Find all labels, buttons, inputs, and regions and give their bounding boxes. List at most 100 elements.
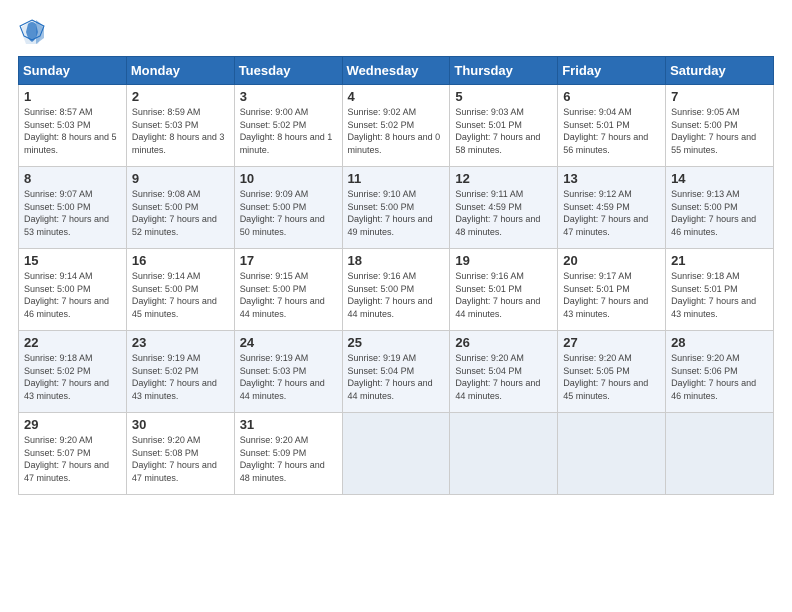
day-number: 19	[455, 253, 552, 268]
day-number: 5	[455, 89, 552, 104]
day-info: Sunrise: 9:18 AMSunset: 5:02 PMDaylight:…	[24, 352, 121, 402]
calendar-cell: 4 Sunrise: 9:02 AMSunset: 5:02 PMDayligh…	[342, 85, 450, 167]
day-info: Sunrise: 9:20 AMSunset: 5:07 PMDaylight:…	[24, 434, 121, 484]
calendar-header-saturday: Saturday	[666, 57, 774, 85]
calendar-cell	[558, 413, 666, 495]
calendar-week-row: 8 Sunrise: 9:07 AMSunset: 5:00 PMDayligh…	[19, 167, 774, 249]
calendar-cell: 14 Sunrise: 9:13 AMSunset: 5:00 PMDaylig…	[666, 167, 774, 249]
day-number: 17	[240, 253, 337, 268]
calendar-header-tuesday: Tuesday	[234, 57, 342, 85]
day-number: 25	[348, 335, 445, 350]
day-number: 20	[563, 253, 660, 268]
calendar-cell: 24 Sunrise: 9:19 AMSunset: 5:03 PMDaylig…	[234, 331, 342, 413]
day-number: 11	[348, 171, 445, 186]
day-number: 14	[671, 171, 768, 186]
calendar-cell: 30 Sunrise: 9:20 AMSunset: 5:08 PMDaylig…	[126, 413, 234, 495]
day-number: 30	[132, 417, 229, 432]
day-info: Sunrise: 9:19 AMSunset: 5:04 PMDaylight:…	[348, 352, 445, 402]
calendar-week-row: 15 Sunrise: 9:14 AMSunset: 5:00 PMDaylig…	[19, 249, 774, 331]
day-info: Sunrise: 9:02 AMSunset: 5:02 PMDaylight:…	[348, 106, 445, 156]
day-info: Sunrise: 9:16 AMSunset: 5:00 PMDaylight:…	[348, 270, 445, 320]
day-info: Sunrise: 9:10 AMSunset: 5:00 PMDaylight:…	[348, 188, 445, 238]
calendar-cell: 5 Sunrise: 9:03 AMSunset: 5:01 PMDayligh…	[450, 85, 558, 167]
day-info: Sunrise: 9:07 AMSunset: 5:00 PMDaylight:…	[24, 188, 121, 238]
calendar-week-row: 29 Sunrise: 9:20 AMSunset: 5:07 PMDaylig…	[19, 413, 774, 495]
calendar-cell: 11 Sunrise: 9:10 AMSunset: 5:00 PMDaylig…	[342, 167, 450, 249]
day-number: 27	[563, 335, 660, 350]
calendar-cell: 25 Sunrise: 9:19 AMSunset: 5:04 PMDaylig…	[342, 331, 450, 413]
calendar-week-row: 1 Sunrise: 8:57 AMSunset: 5:03 PMDayligh…	[19, 85, 774, 167]
calendar-header-sunday: Sunday	[19, 57, 127, 85]
day-info: Sunrise: 8:57 AMSunset: 5:03 PMDaylight:…	[24, 106, 121, 156]
day-number: 24	[240, 335, 337, 350]
calendar-cell: 16 Sunrise: 9:14 AMSunset: 5:00 PMDaylig…	[126, 249, 234, 331]
day-info: Sunrise: 9:03 AMSunset: 5:01 PMDaylight:…	[455, 106, 552, 156]
logo-icon	[18, 18, 46, 46]
calendar-cell: 20 Sunrise: 9:17 AMSunset: 5:01 PMDaylig…	[558, 249, 666, 331]
calendar-header-row: SundayMondayTuesdayWednesdayThursdayFrid…	[19, 57, 774, 85]
calendar-cell: 28 Sunrise: 9:20 AMSunset: 5:06 PMDaylig…	[666, 331, 774, 413]
calendar-cell: 3 Sunrise: 9:00 AMSunset: 5:02 PMDayligh…	[234, 85, 342, 167]
day-info: Sunrise: 9:20 AMSunset: 5:05 PMDaylight:…	[563, 352, 660, 402]
calendar-header-monday: Monday	[126, 57, 234, 85]
calendar-table: SundayMondayTuesdayWednesdayThursdayFrid…	[18, 56, 774, 495]
day-info: Sunrise: 9:12 AMSunset: 4:59 PMDaylight:…	[563, 188, 660, 238]
day-number: 21	[671, 253, 768, 268]
day-info: Sunrise: 9:00 AMSunset: 5:02 PMDaylight:…	[240, 106, 337, 156]
calendar-cell: 13 Sunrise: 9:12 AMSunset: 4:59 PMDaylig…	[558, 167, 666, 249]
header	[18, 18, 774, 46]
day-info: Sunrise: 9:19 AMSunset: 5:02 PMDaylight:…	[132, 352, 229, 402]
day-info: Sunrise: 9:19 AMSunset: 5:03 PMDaylight:…	[240, 352, 337, 402]
day-number: 3	[240, 89, 337, 104]
calendar-cell: 27 Sunrise: 9:20 AMSunset: 5:05 PMDaylig…	[558, 331, 666, 413]
day-number: 9	[132, 171, 229, 186]
calendar-cell: 12 Sunrise: 9:11 AMSunset: 4:59 PMDaylig…	[450, 167, 558, 249]
page: SundayMondayTuesdayWednesdayThursdayFrid…	[0, 0, 792, 612]
day-info: Sunrise: 9:20 AMSunset: 5:09 PMDaylight:…	[240, 434, 337, 484]
calendar-header-wednesday: Wednesday	[342, 57, 450, 85]
day-number: 28	[671, 335, 768, 350]
calendar-cell	[666, 413, 774, 495]
day-info: Sunrise: 9:09 AMSunset: 5:00 PMDaylight:…	[240, 188, 337, 238]
calendar-cell: 7 Sunrise: 9:05 AMSunset: 5:00 PMDayligh…	[666, 85, 774, 167]
calendar-cell: 23 Sunrise: 9:19 AMSunset: 5:02 PMDaylig…	[126, 331, 234, 413]
day-number: 10	[240, 171, 337, 186]
calendar-cell: 19 Sunrise: 9:16 AMSunset: 5:01 PMDaylig…	[450, 249, 558, 331]
day-info: Sunrise: 9:14 AMSunset: 5:00 PMDaylight:…	[24, 270, 121, 320]
day-info: Sunrise: 9:08 AMSunset: 5:00 PMDaylight:…	[132, 188, 229, 238]
calendar-cell: 6 Sunrise: 9:04 AMSunset: 5:01 PMDayligh…	[558, 85, 666, 167]
calendar-cell: 18 Sunrise: 9:16 AMSunset: 5:00 PMDaylig…	[342, 249, 450, 331]
day-number: 23	[132, 335, 229, 350]
calendar-cell: 29 Sunrise: 9:20 AMSunset: 5:07 PMDaylig…	[19, 413, 127, 495]
calendar-cell	[342, 413, 450, 495]
day-info: Sunrise: 9:15 AMSunset: 5:00 PMDaylight:…	[240, 270, 337, 320]
day-number: 16	[132, 253, 229, 268]
day-number: 12	[455, 171, 552, 186]
calendar-cell: 21 Sunrise: 9:18 AMSunset: 5:01 PMDaylig…	[666, 249, 774, 331]
day-info: Sunrise: 9:20 AMSunset: 5:06 PMDaylight:…	[671, 352, 768, 402]
day-info: Sunrise: 8:59 AMSunset: 5:03 PMDaylight:…	[132, 106, 229, 156]
calendar-week-row: 22 Sunrise: 9:18 AMSunset: 5:02 PMDaylig…	[19, 331, 774, 413]
calendar-header-thursday: Thursday	[450, 57, 558, 85]
calendar-cell: 15 Sunrise: 9:14 AMSunset: 5:00 PMDaylig…	[19, 249, 127, 331]
day-info: Sunrise: 9:20 AMSunset: 5:04 PMDaylight:…	[455, 352, 552, 402]
calendar-cell: 1 Sunrise: 8:57 AMSunset: 5:03 PMDayligh…	[19, 85, 127, 167]
day-info: Sunrise: 9:14 AMSunset: 5:00 PMDaylight:…	[132, 270, 229, 320]
day-number: 31	[240, 417, 337, 432]
day-number: 6	[563, 89, 660, 104]
calendar-cell: 9 Sunrise: 9:08 AMSunset: 5:00 PMDayligh…	[126, 167, 234, 249]
day-number: 26	[455, 335, 552, 350]
calendar-cell: 10 Sunrise: 9:09 AMSunset: 5:00 PMDaylig…	[234, 167, 342, 249]
calendar-cell: 2 Sunrise: 8:59 AMSunset: 5:03 PMDayligh…	[126, 85, 234, 167]
day-info: Sunrise: 9:18 AMSunset: 5:01 PMDaylight:…	[671, 270, 768, 320]
day-number: 13	[563, 171, 660, 186]
day-number: 15	[24, 253, 121, 268]
day-number: 4	[348, 89, 445, 104]
day-number: 7	[671, 89, 768, 104]
calendar-cell: 26 Sunrise: 9:20 AMSunset: 5:04 PMDaylig…	[450, 331, 558, 413]
day-info: Sunrise: 9:17 AMSunset: 5:01 PMDaylight:…	[563, 270, 660, 320]
calendar-header-friday: Friday	[558, 57, 666, 85]
calendar-cell: 31 Sunrise: 9:20 AMSunset: 5:09 PMDaylig…	[234, 413, 342, 495]
logo	[18, 18, 50, 46]
day-info: Sunrise: 9:20 AMSunset: 5:08 PMDaylight:…	[132, 434, 229, 484]
